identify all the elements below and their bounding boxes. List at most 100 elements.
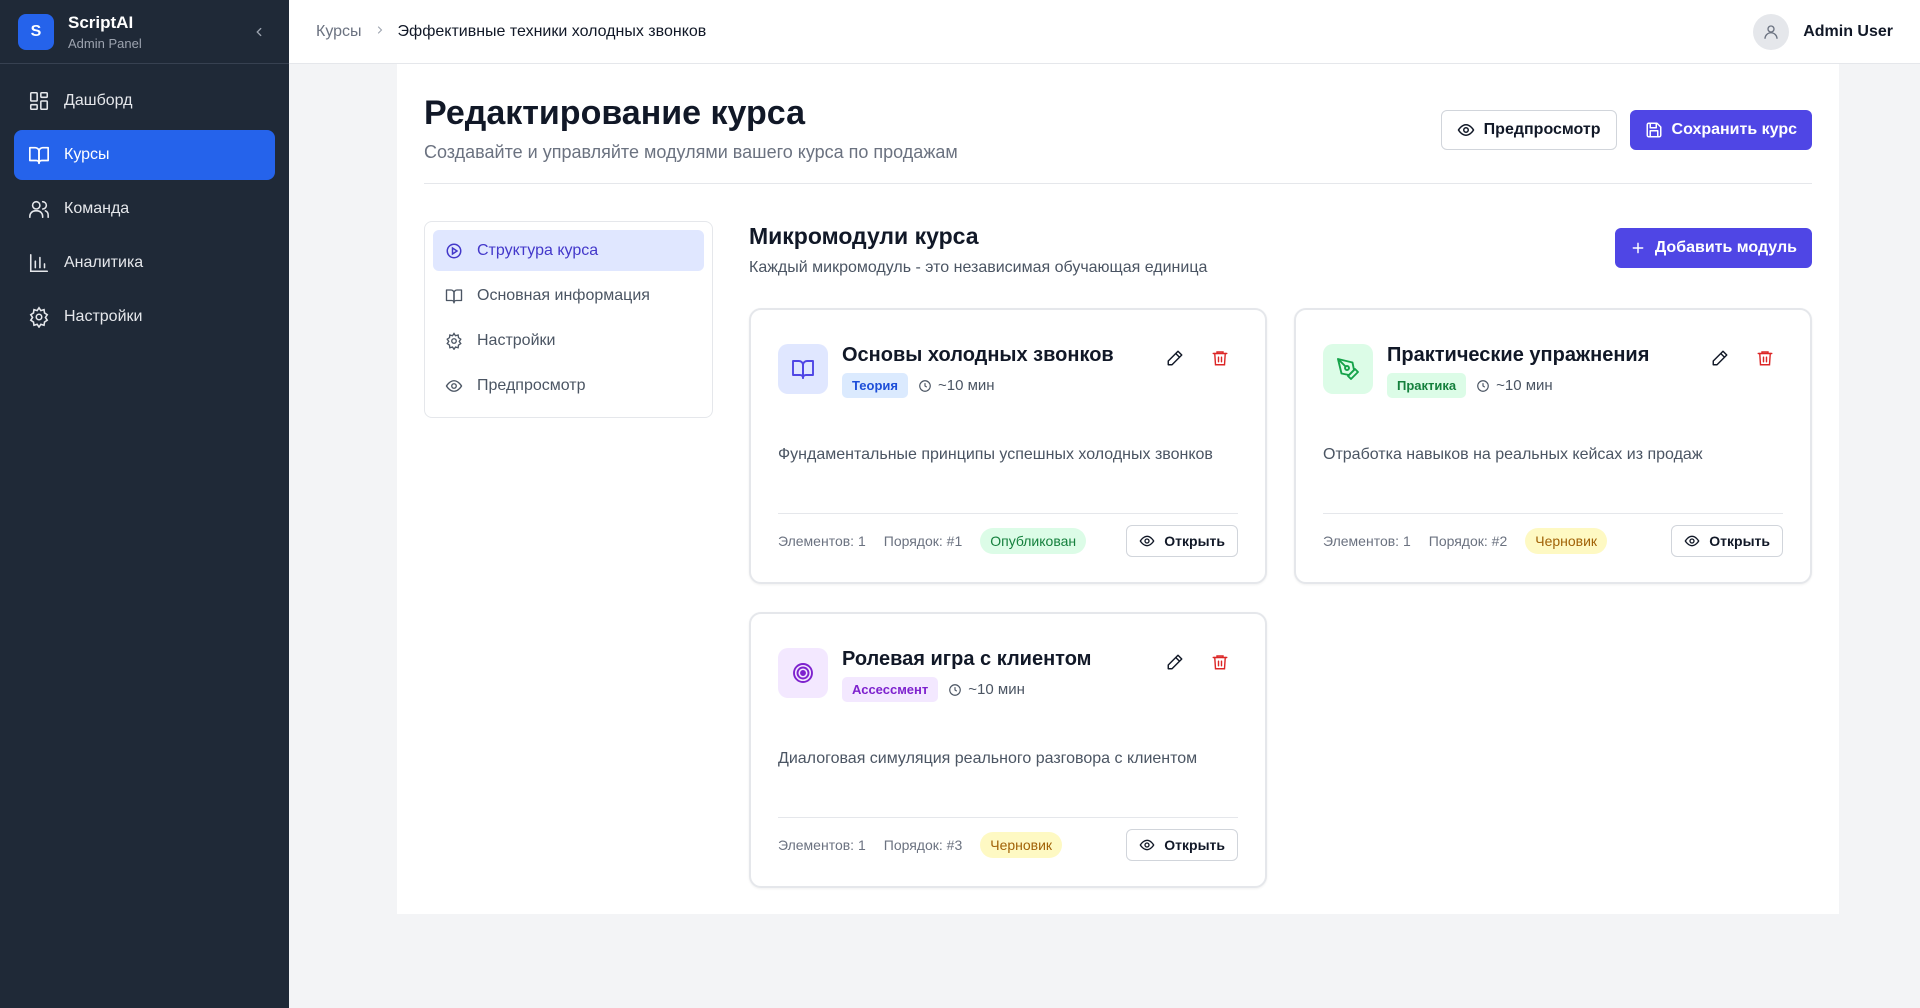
chevron-left-icon xyxy=(256,27,262,36)
logo: S xyxy=(18,13,54,50)
module-elements-count: Элементов: 1 xyxy=(778,836,866,853)
module-card: Основы холодных звонков Теория ~10 мин Ф… xyxy=(749,308,1267,584)
sidebar-nav: Дашборд Курсы Команда Аналитика Настройк… xyxy=(0,64,289,358)
module-description: Фундаментальные принципы успешных холодн… xyxy=(778,446,1213,463)
pencil-icon xyxy=(1167,350,1183,366)
eye-icon xyxy=(1139,535,1155,546)
clock-icon xyxy=(949,683,962,696)
sidebar-item-analytics[interactable]: Аналитика xyxy=(14,238,275,288)
module-icon xyxy=(778,648,828,698)
edit-module-button[interactable] xyxy=(1163,346,1187,370)
tab-label: Предпросмотр xyxy=(477,376,586,394)
course-tabs: Структура курса Основная информация Наст… xyxy=(424,221,713,418)
save-icon xyxy=(1646,122,1662,138)
edit-module-button[interactable] xyxy=(1163,650,1187,674)
status-badge: Опубликован xyxy=(980,527,1087,554)
collapse-sidebar-button[interactable] xyxy=(247,20,271,44)
module-icon xyxy=(1323,344,1373,394)
module-footer: Элементов: 1 Порядок: #3 Черновик Открыт… xyxy=(778,817,1238,871)
main-content: Редактирование курса Создавайте и управл… xyxy=(397,64,1839,914)
open-module-button[interactable]: Открыть xyxy=(1126,828,1238,861)
module-elements-count: Элементов: 1 xyxy=(778,532,866,549)
brand: S ScriptAI Admin Panel xyxy=(0,0,289,64)
modules-header: Микромодули курса Каждый микромодуль - э… xyxy=(749,221,1812,277)
sidebar: S ScriptAI Admin Panel Дашборд Курсы Ком… xyxy=(0,0,289,1008)
module-type-tag: Практика xyxy=(1387,373,1467,398)
module-type-tag: Теория xyxy=(842,373,908,398)
status-badge: Черновик xyxy=(980,831,1063,858)
book-icon xyxy=(29,146,49,165)
breadcrumb-courses-link[interactable]: Курсы xyxy=(316,23,362,41)
status-badge: Черновик xyxy=(1525,527,1608,554)
delete-module-button[interactable] xyxy=(1208,346,1232,370)
play-circle-icon xyxy=(446,243,462,258)
trash-icon xyxy=(1212,351,1228,366)
open-module-button-label: Открыть xyxy=(1164,532,1225,549)
module-card: Ролевая игра с клиентом Ассессмент ~10 м… xyxy=(749,612,1267,888)
module-footer: Элементов: 1 Порядок: #1 Опубликован Отк… xyxy=(778,513,1238,567)
target-icon xyxy=(793,663,813,683)
open-module-button[interactable]: Открыть xyxy=(1126,524,1238,557)
open-module-button[interactable]: Открыть xyxy=(1671,524,1783,557)
tab-settings[interactable]: Настройки xyxy=(433,320,704,361)
tab-structure[interactable]: Структура курса xyxy=(433,230,704,271)
module-duration-text: ~10 мин xyxy=(937,377,995,394)
tab-label: Структура курса xyxy=(477,241,599,259)
module-description: Отработка навыков на реальных кейсах из … xyxy=(1323,446,1703,463)
module-order: Порядок: #1 xyxy=(883,532,963,549)
sidebar-item-label: Аналитика xyxy=(64,254,144,271)
app-title: ScriptAI xyxy=(68,12,134,32)
delete-module-button[interactable] xyxy=(1753,346,1777,370)
delete-module-button[interactable] xyxy=(1208,650,1232,674)
sidebar-item-settings[interactable]: Настройки xyxy=(14,292,275,342)
user-name: Admin User xyxy=(1803,22,1893,40)
trash-icon xyxy=(1212,655,1228,670)
pen-tool-icon xyxy=(1337,358,1359,380)
pencil-icon xyxy=(1712,350,1728,366)
module-order: Порядок: #2 xyxy=(1428,532,1508,549)
eye-icon xyxy=(1139,839,1155,850)
eye-icon xyxy=(445,379,463,392)
chevron-right-icon xyxy=(374,23,386,41)
plus-icon xyxy=(1632,242,1644,254)
sidebar-item-team[interactable]: Команда xyxy=(14,184,275,234)
module-title: Ролевая игра с клиентом xyxy=(842,648,1092,670)
sidebar-item-label: Настройки xyxy=(64,308,143,325)
module-description: Диалоговая симуляция реального разговора… xyxy=(778,750,1198,767)
edit-module-button[interactable] xyxy=(1708,346,1732,370)
clock-icon xyxy=(919,379,931,392)
add-module-button[interactable]: Добавить модуль xyxy=(1614,228,1812,268)
module-footer: Элементов: 1 Порядок: #2 Черновик Открыт… xyxy=(1323,513,1783,567)
module-card: Практические упражнения Практика ~10 мин… xyxy=(1294,308,1812,584)
breadcrumb-current: Эффективные техники холодных звонков xyxy=(397,22,707,40)
sidebar-item-label: Команда xyxy=(64,200,130,217)
sidebar-item-courses[interactable]: Курсы xyxy=(14,130,275,180)
tab-main-info[interactable]: Основная информация xyxy=(433,275,704,316)
module-order: Порядок: #3 xyxy=(883,836,963,853)
module-duration-text: ~10 мин xyxy=(968,681,1025,698)
save-course-button-label: Сохранить курс xyxy=(1671,121,1797,138)
module-icon xyxy=(778,344,828,394)
add-module-button-label: Добавить модуль xyxy=(1654,239,1797,256)
sidebar-item-dashboard[interactable]: Дашборд xyxy=(14,76,275,126)
tab-label: Настройки xyxy=(477,331,556,349)
sidebar-item-label: Дашборд xyxy=(64,92,133,109)
clock-icon xyxy=(1477,379,1489,392)
module-duration: ~10 мин xyxy=(948,681,1025,698)
topbar: Курсы Эффективные техники холодных звонк… xyxy=(289,0,1920,64)
module-duration: ~10 мин xyxy=(1476,377,1553,394)
eye-icon xyxy=(1684,535,1700,546)
book-open-icon xyxy=(792,360,814,379)
pencil-icon xyxy=(1167,654,1183,670)
preview-button[interactable]: Предпросмотр xyxy=(1440,110,1617,150)
save-course-button[interactable]: Сохранить курс xyxy=(1629,110,1812,150)
open-module-button-label: Открыть xyxy=(1709,532,1770,549)
sidebar-item-label: Курсы xyxy=(64,146,110,163)
avatar xyxy=(1753,13,1790,50)
module-duration-text: ~10 мин xyxy=(1496,377,1553,394)
user-menu[interactable]: Admin User xyxy=(1753,13,1893,50)
module-elements-count: Элементов: 1 xyxy=(1323,532,1411,549)
gear-icon xyxy=(446,331,462,350)
module-title: Практические упражнения xyxy=(1387,344,1650,366)
tab-preview[interactable]: Предпросмотр xyxy=(433,365,704,406)
